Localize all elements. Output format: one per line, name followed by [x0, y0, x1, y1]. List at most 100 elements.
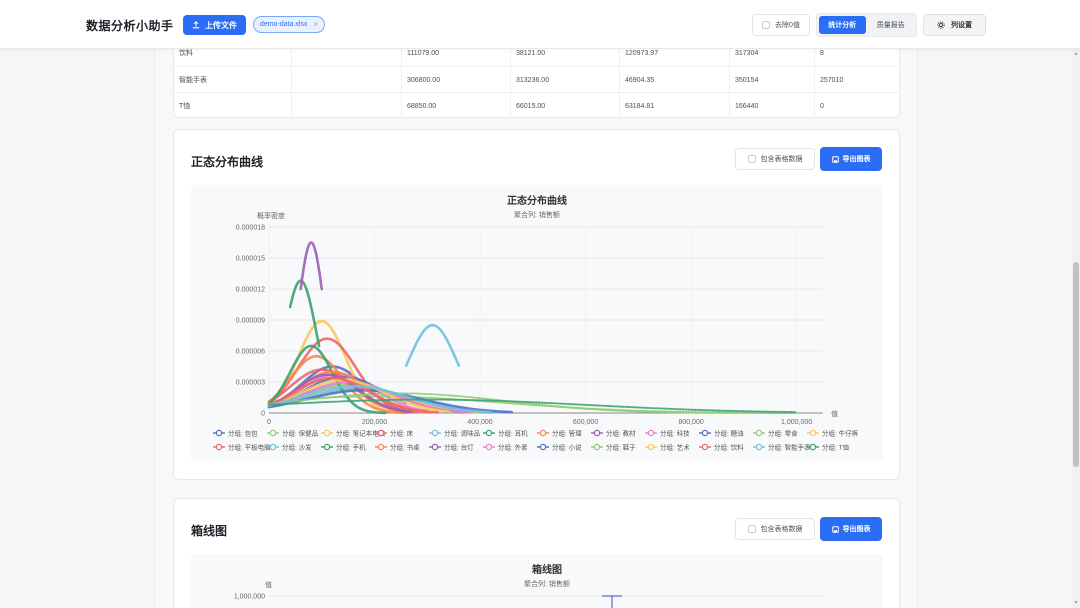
legend-marker [269, 443, 277, 451]
legend-marker [701, 429, 709, 437]
x-tick-label: 600,000 [573, 419, 598, 426]
legend-label: 分组: 床 [390, 429, 414, 438]
legend-label: 分组: 外套 [498, 443, 528, 452]
tab-stats-analysis[interactable]: 统计分析 [819, 16, 866, 34]
boxplot-chart: 箱线图聚合列: 销售额 值1,000,000 [234, 563, 823, 608]
legend-label: 分组: 饮料 [714, 443, 744, 452]
remove-zero-label: 去除0值 [775, 22, 800, 29]
table-cell: 313236.00 [511, 67, 620, 93]
legend-label: 分组: T恤 [822, 443, 850, 452]
view-tabs: 统计分析 质量报告 [816, 13, 917, 37]
boxplot-chart-area: 箱线图 聚合列: 销售额 值 1,000,000 [191, 554, 883, 608]
include-table-data-label: 包含表格数据 [760, 526, 803, 533]
legend-label: 分组: 糖油 [714, 429, 744, 438]
save-icon [831, 155, 839, 163]
legend-marker [701, 443, 709, 451]
legend-item: 分组: 教材 [591, 429, 636, 438]
legend-label: 分组: 沙发 [282, 443, 312, 452]
legend-item: 分组: 饮料 [699, 443, 744, 452]
chart-subtitle: 聚合列: 销售额 [524, 579, 570, 588]
include-table-data-label: 包含表格数据 [760, 156, 803, 163]
scrollbar-thumb[interactable] [1073, 262, 1079, 467]
legend-item: 分组: 外套 [483, 443, 528, 452]
legend-label: 分组: 手机 [336, 443, 366, 452]
legend-item: 分组: 科技 [645, 429, 690, 438]
x-tick-label: 800,000 [678, 419, 703, 426]
upload-file-label: 上传文件 [205, 20, 237, 30]
legend-item: 分组: 糖油 [699, 429, 744, 438]
legend-label: 分组: 零食 [768, 429, 798, 438]
remove-zero-toggle[interactable]: 去除0值 [752, 14, 810, 36]
x-axis-label: 值 [831, 409, 838, 418]
checkbox-icon[interactable] [747, 525, 756, 533]
normal-distribution-card: 正态分布曲线 包含表格数据 导出图表 正态分布曲线 聚合列: 销售额 概率密度值 0 0… [173, 129, 900, 480]
legend-marker [485, 429, 493, 437]
legend-item: 分组: 书桌 [375, 443, 420, 452]
boxplot-card: 箱线图 包含表格数据 导出图表 箱线图 聚合列: 销售额 值 1,000,000 [173, 498, 900, 608]
y-tick-label: 0.000006 [236, 349, 265, 356]
column-settings-label: 列设置 [951, 22, 972, 29]
y-tick-label: 0.000018 [236, 225, 265, 232]
legend-label: 分组: 鞋子 [606, 443, 636, 452]
legend-marker [323, 443, 331, 451]
legend-item: 分组: 包包 [213, 429, 258, 438]
stats-table: 饮料 111079.00 38121.00 120973.97 317304 8 智能手表 3… [173, 40, 901, 119]
table-cell: T恤 [174, 93, 292, 119]
include-table-data-toggle[interactable]: 包含表格数据 [735, 518, 815, 540]
legend-label: 分组: 保健品 [282, 429, 318, 438]
legend-label: 分组: 书桌 [390, 443, 420, 452]
tab-quality-report[interactable]: 质量报告 [868, 16, 915, 34]
include-table-data-toggle[interactable]: 包含表格数据 [735, 148, 815, 170]
file-name: demo-data.xlsx [259, 21, 308, 28]
legend-item: 分组: 智能手表 [753, 443, 811, 452]
scroll-down-arrow[interactable]: ▼ [1073, 600, 1079, 606]
file-chip[interactable]: demo-data.xlsx × [253, 16, 325, 33]
legend-marker [215, 429, 223, 437]
y-tick-label: 1,000,000 [234, 594, 265, 601]
legend-item: 分组: 鞋子 [591, 443, 636, 452]
x-tick-label: 0 [267, 419, 271, 426]
scroll-up-arrow[interactable]: ▲ [1073, 51, 1079, 57]
y-tick-label: 0.000015 [236, 256, 265, 263]
legend-marker [431, 429, 439, 437]
export-chart-label: 导出图表 [842, 526, 871, 533]
legend-marker [485, 443, 493, 451]
chart-subtitle: 聚合列: 销售额 [514, 210, 560, 219]
x-tick-label: 400,000 [467, 419, 492, 426]
legend-label: 分组: 艺术 [660, 443, 690, 452]
close-icon[interactable]: × [313, 20, 318, 29]
column-settings-button[interactable]: 列设置 [923, 14, 986, 36]
card-title: 箱线图 [191, 524, 228, 538]
legend-marker [539, 443, 547, 451]
table-cell: 66015.00 [511, 93, 620, 119]
y-tick-label: 0.000003 [236, 380, 265, 387]
legend-item: 分组: 艺术 [645, 443, 690, 452]
legend-marker [431, 443, 439, 451]
legend-item: 分组: 小说 [537, 443, 582, 452]
legend-item: 分组: 沙发 [267, 443, 312, 452]
export-chart-button[interactable]: 导出图表 [820, 517, 882, 541]
legend-marker [755, 429, 763, 437]
checkbox-icon[interactable] [747, 155, 756, 163]
table-cell: 166440 [730, 93, 815, 119]
legend-label: 分组: 平板电脑 [228, 443, 271, 452]
legend-marker [647, 429, 655, 437]
table-cell: 46904.35 [620, 67, 730, 93]
legend-marker [323, 429, 331, 437]
legend-marker [647, 443, 655, 451]
checkbox-icon[interactable] [762, 21, 771, 29]
table-row: T恤 68850.00 66015.00 63184.81 166440 0 [174, 92, 901, 119]
upload-file-button[interactable]: 上传文件 [183, 15, 246, 35]
series-line [404, 323, 461, 367]
legend-label: 分组: 牛仔裤 [822, 429, 859, 438]
export-chart-button[interactable]: 导出图表 [820, 147, 882, 171]
gear-icon [937, 21, 945, 29]
y-tick-label: 0.000009 [236, 318, 265, 325]
table-cell: 63184.81 [620, 93, 730, 119]
x-tick-label: 1,000,000 [781, 419, 812, 426]
top-header: 数据分析小助手 上传文件 demo-data.xlsx × 去除0值 统计分析 … [0, 0, 1080, 49]
chart-title: 箱线图 [532, 563, 562, 576]
legend-label: 分组: 管理 [552, 429, 582, 438]
legend-label: 分组: 小说 [552, 443, 582, 452]
normal-distribution-chart: 正态分布曲线聚合列: 销售额 概率密度值 0 0.000003 0.000006 0.00… [213, 194, 859, 452]
